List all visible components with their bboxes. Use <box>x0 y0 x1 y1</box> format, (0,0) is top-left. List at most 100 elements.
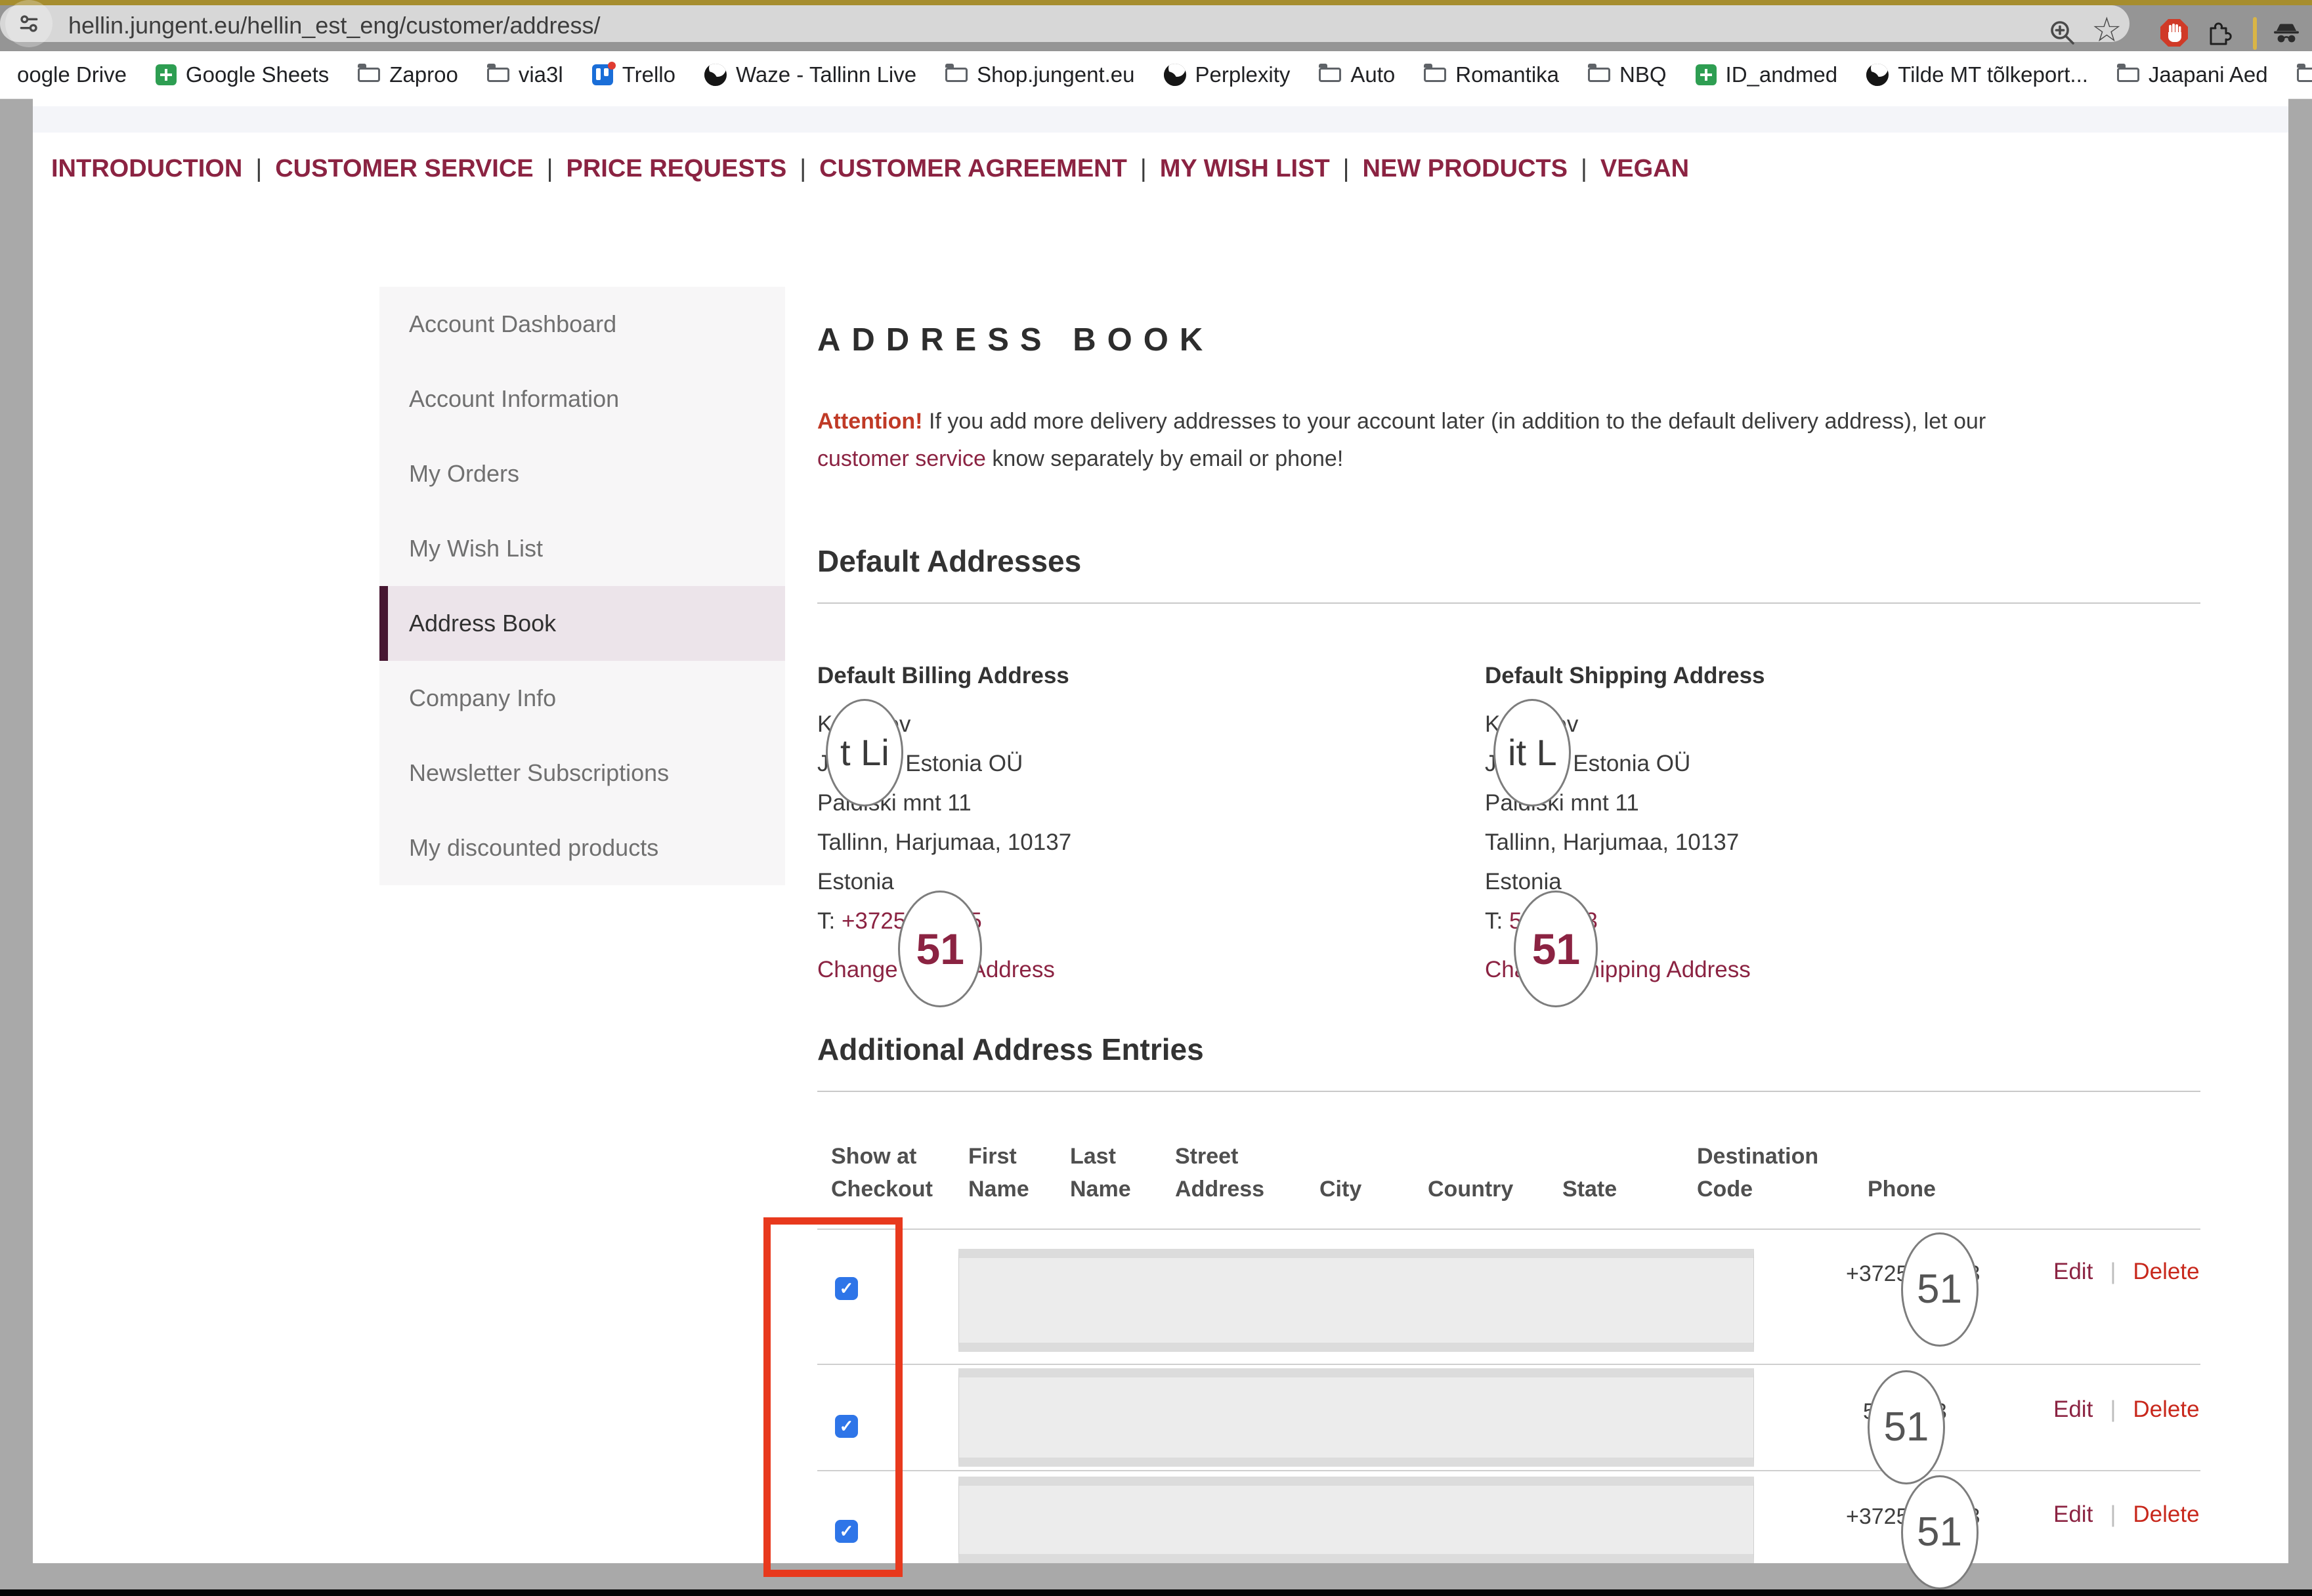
folder-icon <box>358 68 380 82</box>
bookmark-label: Jaapani Aed <box>2149 62 2268 87</box>
nav-item-introduction[interactable]: INTRODUCTION <box>51 155 242 183</box>
billing-street: Paldiski mnt 11 <box>817 784 1461 823</box>
nav-separator: | <box>800 155 806 183</box>
folder-icon <box>1319 68 1341 82</box>
shipping-phone-link[interactable]: 5513 <box>1509 908 1598 934</box>
bookmark-item[interactable]: Zaproo <box>358 62 458 87</box>
bookmark-item[interactable]: Shop.jungent.eu <box>945 62 1134 87</box>
sidebar-item-address-book[interactable]: Address Book <box>379 586 785 661</box>
delete-link[interactable]: Delete <box>2133 1396 2199 1423</box>
edit-link[interactable]: Edit <box>2053 1396 2093 1423</box>
url-text[interactable]: hellin.jungent.eu/hellin_est_eng/custome… <box>68 12 601 39</box>
url-bar[interactable]: hellin.jungent.eu/hellin_est_eng/custome… <box>0 5 2130 42</box>
billing-company: Jungent Estonia OÜ <box>817 744 1461 784</box>
delete-link[interactable]: Delete <box>2133 1502 2199 1528</box>
page-title: ADDRESS BOOK <box>817 322 1214 358</box>
bookmark-label: Google Sheets <box>186 62 329 87</box>
site-settings-icon[interactable] <box>5 0 53 47</box>
bookmark-item[interactable]: Waze - Tallinn Live <box>704 62 916 87</box>
billing-name: Kt Liev <box>817 705 1461 744</box>
redacted-address-block <box>958 1249 1754 1352</box>
redaction-bubble: 51 <box>1901 1232 1979 1347</box>
nav-item-vegan[interactable]: VEGAN <box>1600 155 1689 183</box>
sidebar-item-company-info[interactable]: Company Info <box>379 661 785 736</box>
sidebar-item-my-orders[interactable]: My Orders <box>379 436 785 511</box>
bookmark-item[interactable]: Tilde MT tõlkeport... <box>1866 62 2088 87</box>
redaction-bubble: 51 <box>898 891 982 1007</box>
bookmark-item[interactable]: via3l <box>487 62 563 87</box>
bookmark-label: Romantika <box>1455 62 1559 87</box>
nav-item-price-requests[interactable]: PRICE REQUESTS <box>567 155 787 183</box>
nav-separator: | <box>1581 155 1587 183</box>
col-destination-code: DestinationCode <box>1697 1139 1818 1206</box>
extensions-puzzle-icon[interactable] <box>2203 17 2233 51</box>
edit-link[interactable]: Edit <box>2053 1502 2093 1528</box>
delete-link[interactable]: Delete <box>2133 1259 2199 1285</box>
shipping-name: Kit Lev <box>1485 705 2128 744</box>
col-show-at-checkout: Show atCheckout <box>831 1139 933 1206</box>
edit-link[interactable]: Edit <box>2053 1259 2093 1285</box>
col-city: City <box>1319 1139 1361 1206</box>
bookmark-item[interactable]: Shell <box>2297 62 2312 87</box>
bookmark-label: Waze - Tallinn Live <box>736 62 916 87</box>
attention-note: Attention! If you add more delivery addr… <box>817 403 2071 478</box>
bookmark-label: Shop.jungent.eu <box>977 62 1134 87</box>
row-actions: Edit | Delete <box>2053 1396 2200 1423</box>
bookmark-item[interactable]: Jaapani Aed <box>2117 62 2268 87</box>
additional-entries-heading: Additional Address Entries <box>817 1032 1204 1067</box>
bookmarks-bar: oogle Drive Google Sheets Zaproo via3l T… <box>0 51 2312 99</box>
bookmark-star-icon[interactable]: ☆ <box>2091 10 2122 50</box>
default-billing-address: Default Billing Address Kt Liev Jungent … <box>817 656 1461 990</box>
row-phone: 5513 <box>1863 1399 1947 1425</box>
bookmark-label: Auto <box>1350 62 1395 87</box>
sidebar-item-my-discounted-products[interactable]: My discounted products <box>379 810 785 885</box>
bookmark-label: Zaproo <box>389 62 458 87</box>
bookmark-item[interactable]: oogle Drive <box>17 62 127 87</box>
sidebar-item-account-information[interactable]: Account Information <box>379 362 785 436</box>
col-first-name: FirstName <box>968 1139 1029 1206</box>
bookmark-item[interactable]: ID_andmed <box>1696 62 1838 87</box>
perplexity-icon <box>1164 64 1186 86</box>
bookmark-item[interactable]: NBQ <box>1588 62 1667 87</box>
sidebar-item-my-wish-list[interactable]: My Wish List <box>379 511 785 586</box>
bookmark-item[interactable]: Romantika <box>1424 62 1559 87</box>
bookmark-item[interactable]: Trello <box>592 62 675 87</box>
attention-text: If you add more delivery addresses to yo… <box>923 409 1986 434</box>
bookmark-item[interactable]: Google Sheets <box>156 62 329 87</box>
annotation-rectangle <box>763 1217 903 1577</box>
bookmark-item[interactable]: Auto <box>1319 62 1395 87</box>
redaction-bubble: 51 <box>1901 1475 1979 1589</box>
nav-item-customer-service[interactable]: CUSTOMER SERVICE <box>275 155 533 183</box>
nav-separator: | <box>1140 155 1147 183</box>
billing-city: Tallinn, Harjumaa, 10137 <box>817 823 1461 862</box>
folder-icon <box>2117 68 2139 82</box>
nav-item-my-wish-list[interactable]: MY WISH LIST <box>1160 155 1330 183</box>
row-actions: Edit | Delete <box>2053 1259 2200 1285</box>
billing-phone: T: +3725515 <box>817 902 1461 941</box>
col-country: Country <box>1428 1139 1513 1206</box>
redaction-bubble: 51 <box>1868 1370 1945 1484</box>
adblock-icon[interactable] <box>2158 17 2190 52</box>
nav-item-new-products[interactable]: NEW PRODUCTS <box>1363 155 1568 183</box>
billing-phone-link[interactable]: +3725515 <box>842 908 982 934</box>
bookmark-label: Trello <box>622 62 675 87</box>
bookmark-label: NBQ <box>1619 62 1667 87</box>
redaction-bubble: t Li <box>826 699 903 807</box>
account-sidebar: Account Dashboard Account Information My… <box>379 287 785 885</box>
page-header-strip <box>33 106 2288 133</box>
action-separator: | <box>2110 1259 2116 1285</box>
col-street-address: StreetAddress <box>1175 1139 1264 1206</box>
shipping-city: Tallinn, Harjumaa, 10137 <box>1485 823 2128 862</box>
incognito-icon[interactable] <box>2270 17 2303 53</box>
row-phone: +3725513 <box>1846 1504 1980 1530</box>
sidebar-item-account-dashboard[interactable]: Account Dashboard <box>379 287 785 362</box>
bookmark-item[interactable]: Perplexity <box>1164 62 1291 87</box>
zoom-icon[interactable] <box>2047 17 2078 52</box>
main-navigation: INTRODUCTION | CUSTOMER SERVICE | PRICE RE… <box>51 155 1689 183</box>
nav-item-customer-agreement[interactable]: CUSTOMER AGREEMENT <box>819 155 1127 183</box>
action-separator: | <box>2110 1396 2116 1423</box>
bookmark-label: oogle Drive <box>17 62 127 87</box>
sidebar-item-newsletter-subscriptions[interactable]: Newsletter Subscriptions <box>379 736 785 810</box>
row-phone: +3725513 <box>1846 1261 1980 1287</box>
customer-service-link[interactable]: customer service <box>817 446 986 471</box>
